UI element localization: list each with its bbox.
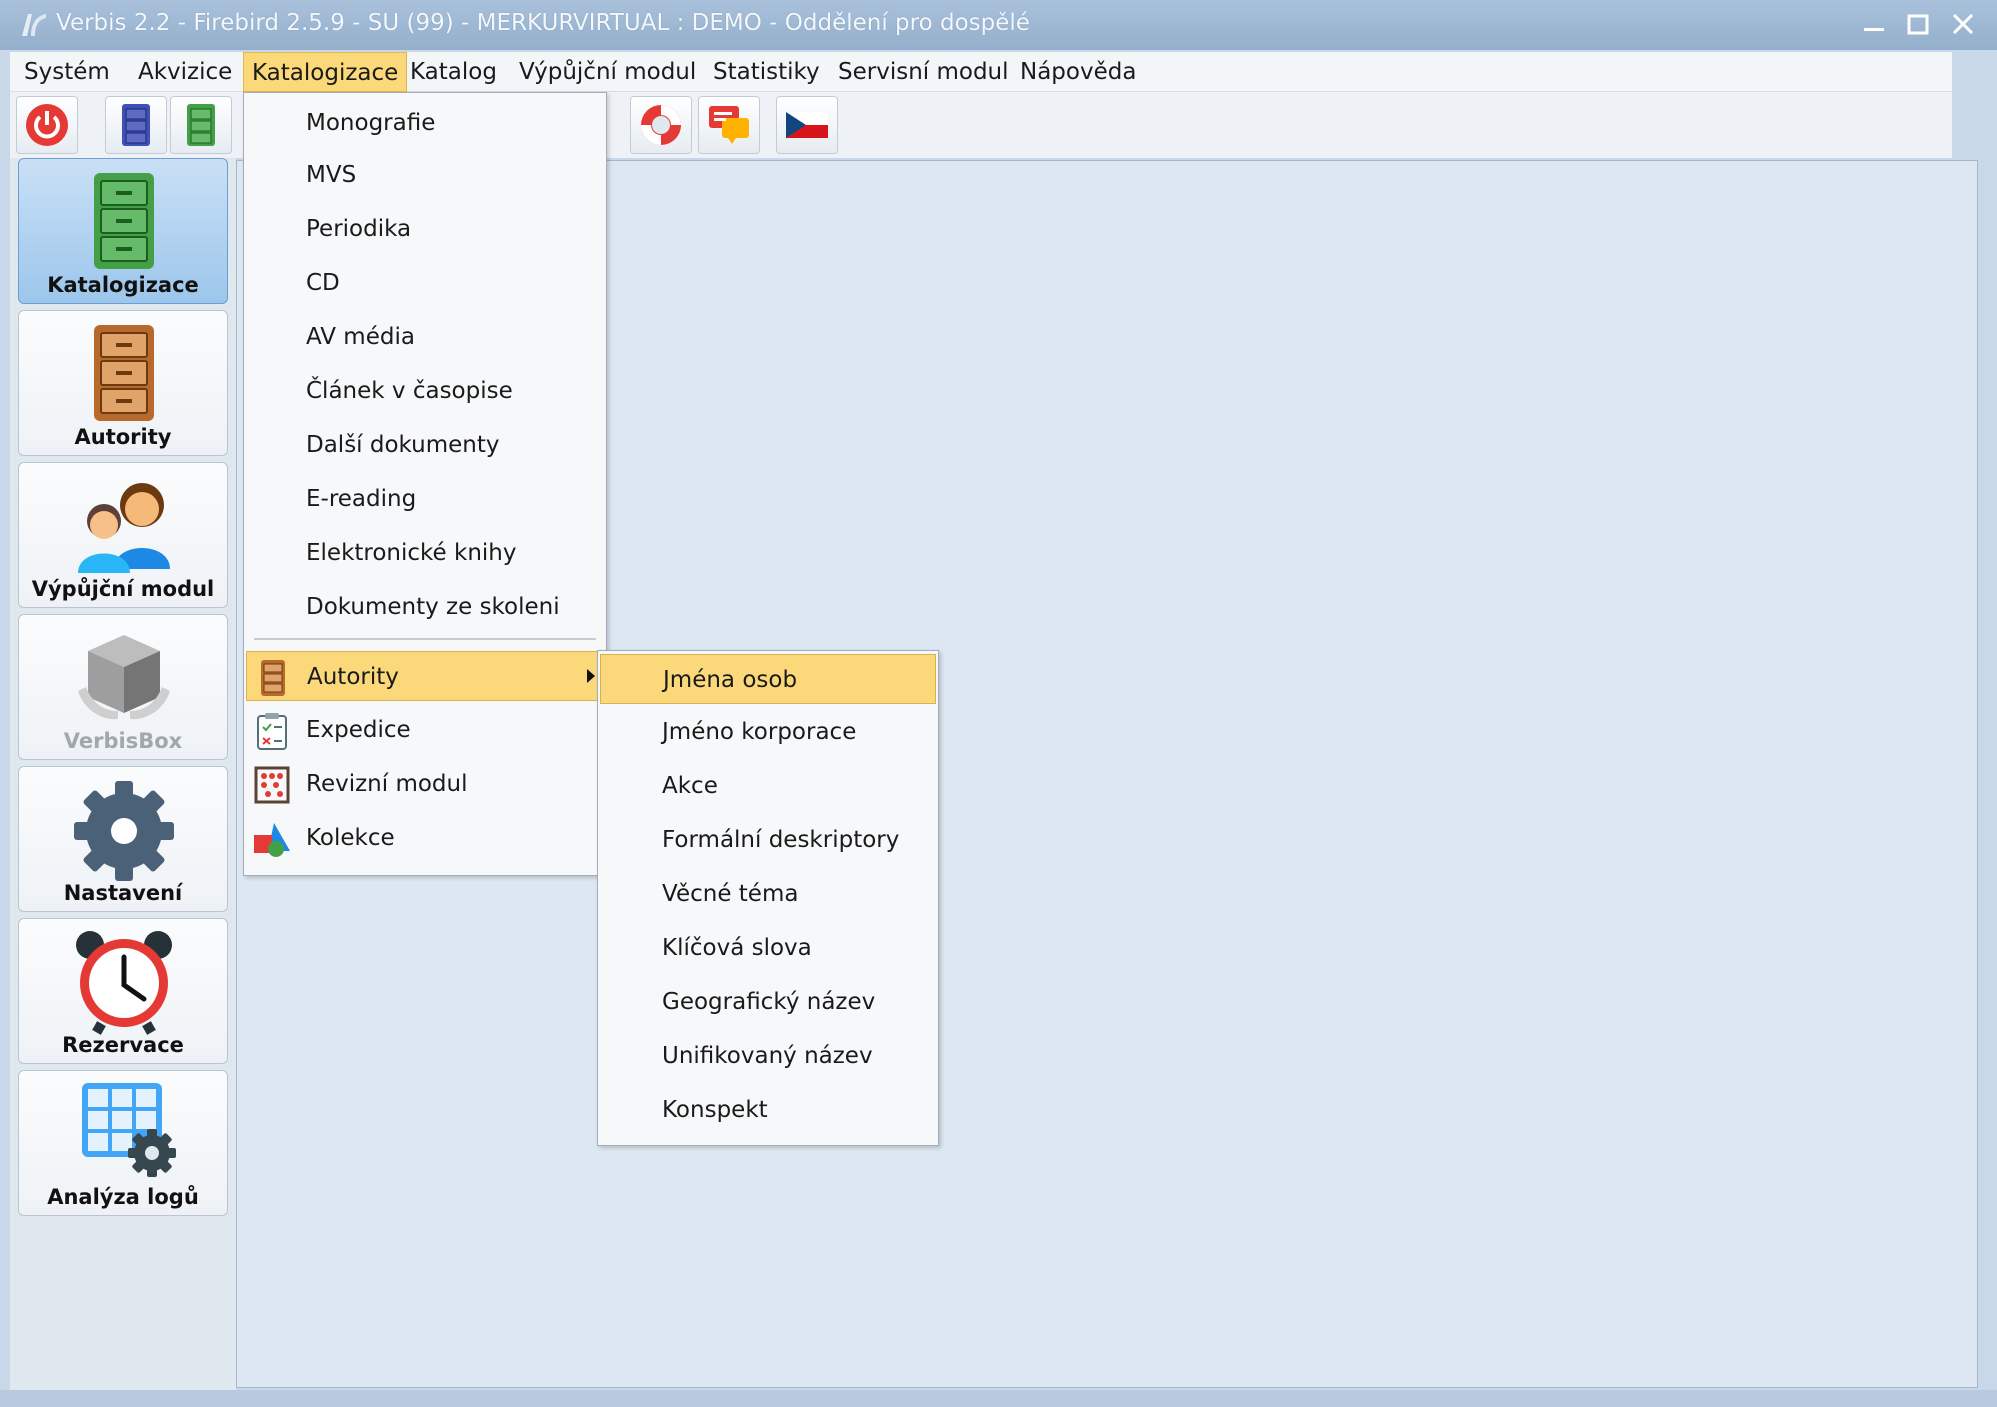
- menu-item-expedice[interactable]: Expedice: [246, 705, 604, 755]
- sidebar-item-label: VerbisBox: [63, 729, 183, 753]
- menu-item-elektronicke-knihy[interactable]: Elektronické knihy: [246, 528, 604, 578]
- sidebar-item-autority[interactable]: Autority: [18, 310, 228, 456]
- maximize-button[interactable]: [1900, 8, 1936, 42]
- sidebar-item-label: Nastavení: [63, 881, 183, 905]
- sidebar-item-label: Rezervace: [62, 1033, 184, 1057]
- submenu-arrow-icon: [587, 669, 595, 683]
- messages-button[interactable]: [698, 96, 760, 154]
- katalogizace-dropdown-menu: Monografie MVS Periodika CD AV média Člá…: [243, 92, 607, 876]
- menu-item-revizni-modul[interactable]: Revizní modul: [246, 759, 604, 809]
- autority-submenu: Jména osob Jméno korporace Akce Formální…: [597, 650, 939, 1146]
- menu-item-monografie[interactable]: Monografie: [246, 98, 604, 148]
- language-button[interactable]: [776, 96, 838, 154]
- minimize-icon: [1864, 28, 1884, 31]
- submenu-item-klicova-slova[interactable]: Klíčová slova: [600, 923, 936, 973]
- czech-flag-icon: [786, 112, 828, 138]
- submenu-item-vecne-tema[interactable]: Věcné téma: [600, 869, 936, 919]
- clipboard-icon: [257, 713, 287, 750]
- shapes-icon: [254, 823, 290, 857]
- submenu-item-konspekt[interactable]: Konspekt: [600, 1085, 936, 1135]
- blue-cabinet-button[interactable]: [105, 96, 167, 154]
- menu-katalog[interactable]: Katalog: [402, 52, 505, 92]
- sidebar: Katalogizace Autority Výpůjční modul Ver…: [10, 158, 236, 1390]
- menu-vypujcni-modul[interactable]: Výpůjční modul: [511, 52, 704, 92]
- title-bar: Verbis 2.2 - Firebird 2.5.9 - SU (99) - …: [0, 0, 1997, 50]
- menu-separator: [254, 638, 596, 640]
- menu-bar: Systém Akvizice Katalogizace Katalog Výp…: [10, 52, 1952, 92]
- sidebar-item-rezervace[interactable]: Rezervace: [18, 918, 228, 1064]
- brown-cabinet-icon: [261, 660, 285, 696]
- close-button[interactable]: [1945, 8, 1981, 42]
- menu-item-av-media[interactable]: AV média: [246, 312, 604, 362]
- sidebar-item-label: Analýza logů: [47, 1185, 199, 1209]
- menu-item-clanek-v-casopise[interactable]: Článek v časopise: [246, 366, 604, 416]
- submenu-item-formalni-deskriptory[interactable]: Formální deskriptory: [600, 815, 936, 865]
- green-cabinet-icon: [94, 173, 154, 269]
- power-icon: [26, 104, 68, 146]
- people-icon: [78, 483, 170, 573]
- help-button[interactable]: [630, 96, 692, 154]
- submenu-item-akce[interactable]: Akce: [600, 761, 936, 811]
- menu-item-label: Revizní modul: [306, 771, 468, 797]
- menu-item-autority[interactable]: Autority: [246, 651, 604, 701]
- sidebar-item-nastaveni[interactable]: Nastavení: [18, 766, 228, 912]
- menu-akvizice[interactable]: Akvizice: [130, 52, 240, 92]
- sidebar-item-verbisbox[interactable]: VerbisBox: [18, 614, 228, 760]
- green-cabinet-icon: [187, 104, 215, 146]
- menu-item-periodika[interactable]: Periodika: [246, 204, 604, 254]
- submenu-item-jmeno-korporace[interactable]: Jméno korporace: [600, 707, 936, 757]
- alarm-clock-icon: [76, 931, 172, 1035]
- submenu-item-unifikovany-nazev[interactable]: Unifikovaný název: [600, 1031, 936, 1081]
- menu-item-label: Kolekce: [306, 825, 395, 851]
- power-button[interactable]: [16, 96, 78, 154]
- sidebar-item-katalogizace[interactable]: Katalogizace: [18, 158, 228, 304]
- menu-katalogizace[interactable]: Katalogizace: [243, 52, 408, 92]
- lifebuoy-icon: [641, 105, 681, 145]
- menu-item-e-reading[interactable]: E-reading: [246, 474, 604, 524]
- menu-item-dokumenty-ze-skoleni[interactable]: Dokumenty ze skoleni: [246, 582, 604, 632]
- menu-item-cd[interactable]: CD: [246, 258, 604, 308]
- sidebar-item-vypujcni-modul[interactable]: Výpůjční modul: [18, 462, 228, 608]
- sidebar-item-analyza-logu[interactable]: Analýza logů: [18, 1070, 228, 1216]
- gear-icon: [74, 781, 174, 881]
- green-cabinet-button[interactable]: [170, 96, 232, 154]
- app-logo-icon: [22, 14, 46, 36]
- sidebar-item-label: Výpůjční modul: [31, 577, 215, 601]
- maximize-icon: [1907, 14, 1929, 35]
- grid-gear-icon: [82, 1083, 176, 1177]
- sidebar-item-label: Autority: [74, 425, 172, 449]
- status-bar: [0, 1390, 1997, 1407]
- close-icon: [1952, 13, 1974, 35]
- menu-item-dalsi-dokumenty[interactable]: Další dokumenty: [246, 420, 604, 470]
- chat-icon: [709, 106, 749, 144]
- blue-cabinet-icon: [122, 104, 150, 146]
- menu-napoveda[interactable]: Nápověda: [1012, 52, 1144, 92]
- menu-item-label: Autority: [307, 664, 399, 690]
- menu-servisni-modul[interactable]: Servisní modul: [830, 52, 1017, 92]
- window-title: Verbis 2.2 - Firebird 2.5.9 - SU (99) - …: [56, 10, 1030, 36]
- box-icon: [78, 635, 170, 720]
- menu-system[interactable]: Systém: [16, 52, 118, 92]
- menu-item-label: Expedice: [306, 717, 411, 743]
- submenu-item-geograficky-nazev[interactable]: Geografický název: [600, 977, 936, 1027]
- menu-item-kolekce[interactable]: Kolekce: [246, 813, 604, 863]
- sidebar-item-label: Katalogizace: [47, 273, 199, 297]
- menu-item-mvs[interactable]: MVS: [246, 150, 604, 200]
- menu-statistiky[interactable]: Statistiky: [705, 52, 828, 92]
- brown-cabinet-icon: [94, 325, 154, 421]
- minimize-button[interactable]: [1856, 8, 1892, 42]
- submenu-item-jmena-osob[interactable]: Jména osob: [600, 654, 936, 704]
- abacus-icon: [254, 766, 290, 804]
